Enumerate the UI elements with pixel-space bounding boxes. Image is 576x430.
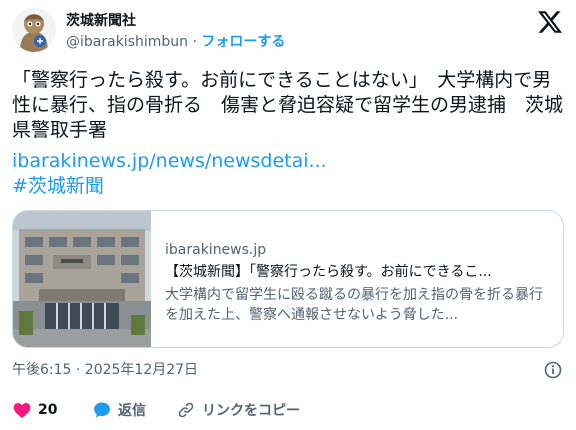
card-domain: ibarakinews.jp bbox=[165, 242, 267, 258]
reply-bubble-icon bbox=[94, 402, 110, 418]
avatar[interactable] bbox=[12, 8, 56, 52]
link-preview-card[interactable]: ibarakinews.jp 【茨城新聞】「警察行ったら殺す。お前にできるこ..… bbox=[12, 210, 564, 348]
action-bar: 20 返信 リンクをコピー bbox=[12, 398, 564, 422]
link-icon bbox=[178, 402, 194, 418]
copy-link-label: リンクをコピー bbox=[202, 403, 300, 419]
heart-icon bbox=[13, 403, 31, 418]
tweet-timestamp[interactable]: 午後6:15 · 2025年12月27日 bbox=[12, 361, 198, 379]
tweet-header: 茨城新聞社 @ibarakishimbun · フォローする bbox=[12, 8, 564, 56]
card-description: 大学構内で留学生に殴る蹴るの暴行を加え指の骨を折る暴行を加えた上、警察へ通報させ… bbox=[165, 287, 543, 323]
reply-button[interactable]: 返信 bbox=[92, 398, 146, 422]
card-title: 【茨城新聞】「警察行ったら殺す。お前にできるこ... bbox=[165, 264, 492, 280]
card-thumbnail bbox=[13, 211, 151, 347]
article-link[interactable]: ibarakinews.jp/news/newsdetai... bbox=[12, 149, 327, 174]
author-meta: @ibarakishimbun · フォローする bbox=[66, 33, 285, 51]
tweet-text: 「警察行ったら殺す。お前にできることはない」 大学構内で男性に暴行、指の骨折る … bbox=[12, 69, 564, 141]
info-icon[interactable] bbox=[544, 361, 562, 379]
like-count: 20 bbox=[38, 402, 58, 418]
author-handle[interactable]: @ibarakishimbun bbox=[66, 34, 188, 50]
copy-link-button[interactable]: リンクをコピー bbox=[176, 398, 300, 422]
reply-label: 返信 bbox=[118, 403, 146, 419]
hashtag-link[interactable]: #茨城新聞 bbox=[12, 174, 104, 199]
follow-button[interactable]: フォローする bbox=[201, 34, 285, 50]
separator-dot: · bbox=[192, 34, 197, 50]
x-logo-icon[interactable] bbox=[538, 10, 562, 34]
author-name[interactable]: 茨城新聞社 bbox=[66, 12, 136, 30]
like-button[interactable]: 20 bbox=[12, 398, 57, 422]
